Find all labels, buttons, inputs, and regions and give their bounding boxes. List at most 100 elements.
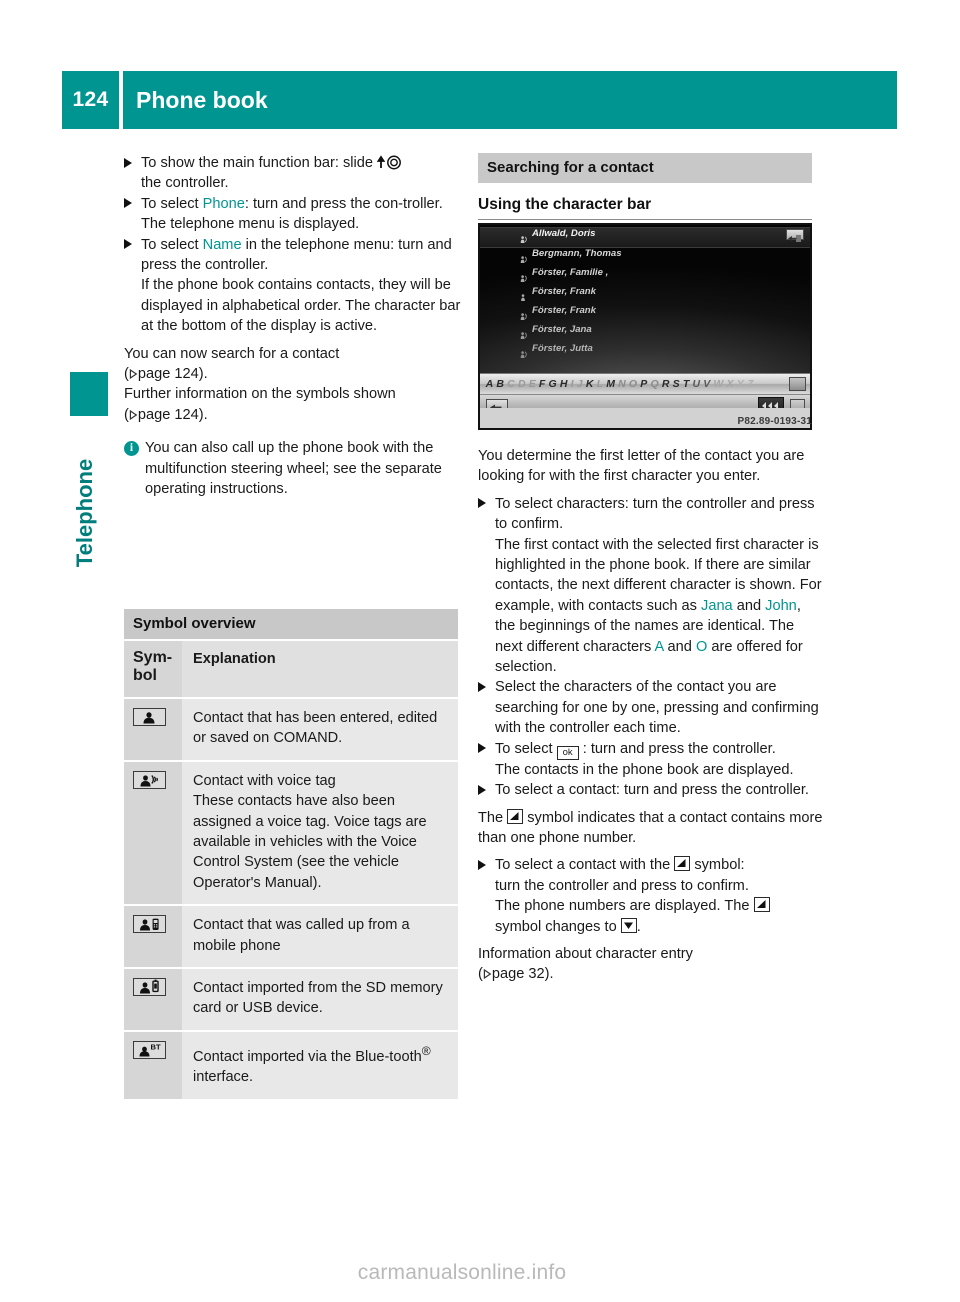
- step-select-name: To select Name in the telephone menu: tu…: [124, 235, 471, 337]
- table-cell-text-line1: Contact with voice tag: [193, 772, 336, 789]
- contact-name[interactable]: Förster, Familie ,: [532, 267, 608, 278]
- step-select-one-by-one: Select the characters of the contact you…: [478, 677, 825, 738]
- char-key-R[interactable]: R: [660, 378, 671, 390]
- ok-button-icon[interactable]: ok: [556, 745, 579, 760]
- contact-name[interactable]: Förster, Frank: [532, 305, 596, 316]
- right-column-headings: Searching for a contact Using the charac…: [478, 153, 812, 220]
- table-cell-text-line2: These contacts have also been assigned a…: [193, 793, 427, 891]
- final-step-note-a: turn the controller and press to confirm…: [495, 877, 749, 894]
- char-key-B[interactable]: B: [495, 378, 506, 390]
- contact-name[interactable]: Förster, Jutta: [532, 343, 593, 354]
- step-text-after: : turn and press the con-troller.: [244, 195, 443, 212]
- final-step-note-c: symbol changes to .: [495, 917, 825, 937]
- step-text: To select a contact with the: [495, 857, 675, 874]
- table-header-symbol-line2: bol: [133, 667, 157, 684]
- closing-ref-line: (page 32).: [478, 964, 825, 984]
- char-key-D[interactable]: D: [516, 378, 527, 390]
- table-header-row: Sym- bol Explanation: [124, 641, 458, 699]
- back-button-icon[interactable]: [786, 229, 804, 242]
- char-key-F[interactable]: F: [537, 378, 547, 390]
- char-key-X[interactable]: X: [725, 378, 735, 390]
- step-text: To select: [141, 195, 203, 212]
- contact-name[interactable]: Förster, Frank: [532, 286, 596, 297]
- left-column: To show the main function bar: slide the…: [124, 153, 471, 500]
- char-key-V[interactable]: V: [702, 378, 712, 390]
- step-note-d: and: [663, 638, 696, 655]
- ref-target[interactable]: page 124: [138, 407, 199, 423]
- char-key-H[interactable]: H: [558, 378, 569, 390]
- contact-name[interactable]: Allwald, Doris: [532, 228, 595, 239]
- menu-item-name[interactable]: Name: [203, 237, 242, 253]
- ref-paragraph-symbols: Further information on the symbols shown…: [124, 384, 471, 425]
- char-key-L[interactable]: L: [595, 378, 605, 390]
- keyboard-toggle-icon[interactable]: [789, 377, 806, 391]
- controller-slide-up-icon: [377, 155, 403, 170]
- contact-voice-tag-icon: [520, 346, 529, 358]
- step-text: Select the characters of the contact you…: [495, 679, 819, 737]
- step-select-characters: To select characters: turn the controlle…: [478, 494, 825, 678]
- char-key-Q[interactable]: Q: [649, 378, 660, 390]
- ref-suffix: ).: [198, 366, 208, 383]
- side-tab-marker: [70, 372, 108, 416]
- step-note: If the phone book contains contacts, the…: [141, 277, 461, 335]
- page-reference-arrow-icon: [483, 969, 492, 980]
- char-key-T[interactable]: T: [681, 378, 691, 390]
- table-cell-symbol: [124, 969, 182, 1030]
- table-cell-text-part2: interface.: [193, 1069, 254, 1086]
- character-bar[interactable]: A B C D E F G H I J K L M N O P Q R S T …: [480, 373, 810, 394]
- bullet-triangle-icon: [478, 784, 486, 795]
- char-key-C[interactable]: C: [506, 378, 517, 390]
- bullet-triangle-icon: [124, 239, 132, 250]
- table-cell-text: Contact with voice tag These contacts ha…: [182, 761, 458, 905]
- ref-target[interactable]: page 32: [492, 966, 545, 982]
- bullet-triangle-icon: [478, 743, 486, 754]
- char-key-O[interactable]: O: [627, 378, 638, 390]
- menu-item-phone[interactable]: Phone: [203, 196, 245, 212]
- char-key-G[interactable]: G: [547, 378, 558, 390]
- ref-suffix: ).: [544, 966, 554, 983]
- table-cell-text-part1: Contact imported via the Blue-tooth: [193, 1048, 422, 1065]
- char-key-J[interactable]: J: [575, 378, 584, 390]
- step-select-ok: To select ok : turn and press the contro…: [478, 739, 825, 780]
- contact-voice-tag-icon: [133, 770, 166, 789]
- table-cell-symbol: [124, 761, 182, 905]
- char-key-E[interactable]: E: [527, 378, 537, 390]
- contact-voice-tag-icon: [520, 231, 529, 243]
- char-key-M[interactable]: M: [605, 378, 617, 390]
- char-key-A[interactable]: A: [484, 378, 495, 390]
- final-step-note-b: The phone numbers are displayed. The: [495, 896, 825, 916]
- char-key-W[interactable]: W: [712, 378, 725, 390]
- comand-screenshot-figure: Allwald, Doris Bergmann, Thomas Förster,…: [478, 223, 812, 419]
- symbol-note-paragraph: The symbol indicates that a contact cont…: [478, 808, 825, 849]
- triangle-collapsed-icon: [753, 897, 770, 913]
- ref-target[interactable]: page 124: [138, 366, 199, 382]
- table-row: Contact that has been entered, edited or…: [124, 699, 458, 762]
- table-header-symbol-line1: Sym-: [133, 649, 173, 666]
- info-note-text: You can also call up the phone book with…: [145, 440, 442, 498]
- ref-text: You can now search for a contact: [124, 345, 340, 362]
- table-row: Contact with voice tag These contacts ha…: [124, 761, 458, 907]
- symbol-overview-table: Symbol overview Sym- bol Explanation Con…: [124, 609, 458, 1101]
- triangle-collapsed-icon: [674, 856, 691, 872]
- ref-text: Further information on the symbols shown: [124, 386, 396, 403]
- char-key-P[interactable]: P: [639, 378, 649, 390]
- contact-name[interactable]: Bergmann, Thomas: [532, 248, 622, 259]
- registered-trademark-superscript: ®: [421, 1043, 431, 1058]
- info-note: i You can also call up the phone book wi…: [124, 438, 471, 499]
- example-name-jana: Jana: [701, 597, 733, 614]
- comand-phone-book-list: Allwald, Doris Bergmann, Thomas Förster,…: [480, 225, 810, 373]
- char-key-K[interactable]: K: [584, 378, 595, 390]
- char-key-S[interactable]: S: [671, 378, 681, 390]
- char-key-Z[interactable]: Z: [745, 378, 755, 390]
- char-key-Y[interactable]: Y: [735, 378, 745, 390]
- table-cell-text: Contact that was called up from a mobile…: [182, 906, 458, 968]
- step-text-after: symbol:: [690, 857, 745, 874]
- info-icon: i: [124, 441, 139, 457]
- contact-name[interactable]: Förster, Jana: [532, 324, 592, 335]
- char-key-N[interactable]: N: [617, 378, 628, 390]
- step-text: To show the main function bar: slide: [141, 155, 378, 171]
- bullet-triangle-icon: [478, 498, 486, 509]
- contact-entered-icon: [520, 289, 529, 301]
- figure-caption: P82.89-0193-31: [737, 416, 812, 427]
- char-key-U[interactable]: U: [691, 378, 702, 390]
